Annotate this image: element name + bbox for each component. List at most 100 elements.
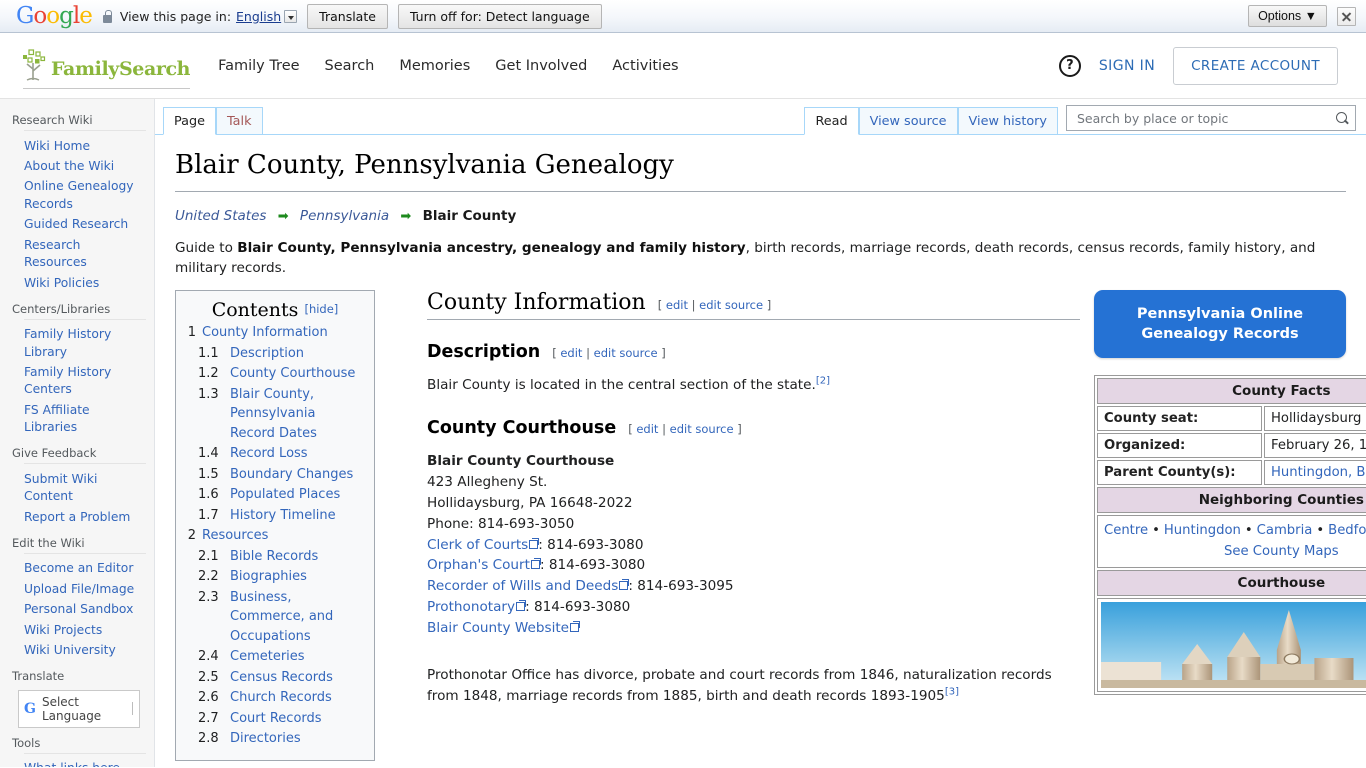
tab-page[interactable]: Page bbox=[163, 106, 216, 135]
sidebar-item-online-genealogy-records[interactable]: Online Genealogy Records bbox=[24, 177, 146, 215]
nav-item-activities[interactable]: Activities bbox=[612, 58, 678, 74]
toc-link[interactable]: Church Records bbox=[230, 688, 332, 708]
sidebar-item-wiki-projects[interactable]: Wiki Projects bbox=[24, 620, 146, 640]
toc-item[interactable]: 1.7 History Timeline bbox=[186, 506, 364, 526]
nav-item-memories[interactable]: Memories bbox=[399, 58, 470, 74]
toc-item[interactable]: 1.1 Description bbox=[186, 344, 364, 364]
sidebar-item-wiki-home[interactable]: Wiki Home bbox=[24, 136, 146, 156]
toc-item[interactable]: 2.6 Church Records bbox=[186, 688, 364, 708]
edit-source-link[interactable]: edit source bbox=[699, 298, 763, 312]
edit-source-link[interactable]: edit source bbox=[594, 346, 658, 360]
pennsylvania-online-genealogy-records-button[interactable]: Pennsylvania Online Genealogy Records bbox=[1094, 290, 1346, 359]
tab-talk[interactable]: Talk bbox=[215, 106, 263, 135]
select-language-widget[interactable]: G Select Language bbox=[18, 689, 140, 728]
toc-link[interactable]: Populated Places bbox=[230, 485, 340, 505]
toc-link[interactable]: Directories bbox=[230, 729, 301, 749]
clerk-of-courts-link[interactable]: Clerk of Courts bbox=[427, 537, 528, 553]
neighbor-centre-link[interactable]: Centre bbox=[1104, 523, 1148, 538]
neighbor-huntingdon-link[interactable]: Huntingdon bbox=[1164, 523, 1241, 538]
toc-link[interactable]: History Timeline bbox=[230, 506, 336, 526]
search-input[interactable] bbox=[1075, 109, 1336, 127]
toc-item[interactable]: 1 County Information bbox=[186, 323, 364, 343]
toc-item[interactable]: 1.4 Record Loss bbox=[186, 444, 364, 464]
translate-language-link[interactable]: English bbox=[236, 9, 281, 24]
toc-item[interactable]: 1.5 Boundary Changes bbox=[186, 465, 364, 485]
question-mark-icon[interactable]: ? bbox=[1058, 54, 1081, 77]
recorder-of-wills-and-deeds-link[interactable]: Recorder of Wills and Deeds bbox=[427, 578, 618, 594]
toc-link[interactable]: Biographies bbox=[230, 567, 307, 587]
neighbor-cambria-link[interactable]: Cambria bbox=[1257, 523, 1313, 538]
toc-link[interactable]: Census Records bbox=[230, 668, 333, 688]
sidebar-item-fs-affiliate-libraries[interactable]: FS Affiliate Libraries bbox=[24, 400, 146, 438]
toc-link[interactable]: Court Records bbox=[230, 709, 322, 729]
toc-item[interactable]: 1.3 Blair County, Pennsylvania Record Dat… bbox=[186, 385, 364, 444]
sign-in-link[interactable]: SIGN IN bbox=[1099, 58, 1155, 74]
breadcrumb-pennsylvania[interactable]: Pennsylvania bbox=[300, 208, 389, 224]
toc-link[interactable]: Bible Records bbox=[230, 547, 318, 567]
neighbor-bedford-link[interactable]: Bedford bbox=[1328, 523, 1366, 538]
see-county-maps-link[interactable]: See County Maps bbox=[1224, 544, 1339, 559]
sidebar-item-family-history-library[interactable]: Family History Library bbox=[24, 325, 146, 363]
sidebar-item-become-an-editor[interactable]: Become an Editor bbox=[24, 559, 146, 579]
sidebar-item-what-links-here[interactable]: What links here bbox=[24, 759, 146, 767]
orphans-court-link[interactable]: Orphan's Court bbox=[427, 557, 530, 573]
toc-link[interactable]: Cemeteries bbox=[230, 647, 305, 667]
toc-link[interactable]: Description bbox=[230, 344, 304, 364]
sidebar-item-submit-wiki-content[interactable]: Submit Wiki Content bbox=[24, 469, 146, 507]
toc-item[interactable]: 2.4 Cemeteries bbox=[186, 647, 364, 667]
contact-row: Prothonotary: 814-693-3080 bbox=[427, 597, 1080, 618]
familysearch-logo[interactable]: FamilySearch bbox=[20, 48, 190, 89]
sidebar-item-research-resources[interactable]: Research Resources bbox=[24, 235, 146, 273]
sidebar-item-wiki-university[interactable]: Wiki University bbox=[24, 641, 146, 661]
edit-link[interactable]: edit bbox=[636, 422, 658, 436]
toc-link[interactable]: Business, Commerce, and Occupations bbox=[230, 588, 364, 647]
toc-item[interactable]: 2.8 Directories bbox=[186, 729, 364, 749]
toc-link[interactable]: County Courthouse bbox=[230, 364, 355, 384]
tab-view-history[interactable]: View history bbox=[957, 106, 1058, 135]
create-account-button[interactable]: CREATE ACCOUNT bbox=[1173, 46, 1338, 85]
sidebar-item-personal-sandbox[interactable]: Personal Sandbox bbox=[24, 600, 146, 620]
sidebar-item-wiki-policies[interactable]: Wiki Policies bbox=[24, 273, 146, 293]
sidebar-item-about-the-wiki[interactable]: About the Wiki bbox=[24, 156, 146, 176]
toc-link[interactable]: Resources bbox=[202, 526, 268, 546]
blair-county-website-link[interactable]: Blair County Website bbox=[427, 620, 569, 636]
close-icon[interactable] bbox=[1337, 6, 1356, 26]
nav-item-family-tree[interactable]: Family Tree bbox=[218, 58, 299, 74]
sidebar-item-family-history-centers[interactable]: Family History Centers bbox=[24, 363, 146, 401]
sidebar-item-report-a-problem[interactable]: Report a Problem bbox=[24, 507, 146, 527]
toc-item[interactable]: 1.2 County Courthouse bbox=[186, 364, 364, 384]
search-box[interactable] bbox=[1066, 105, 1356, 131]
toc-item[interactable]: 2.7 Court Records bbox=[186, 709, 364, 729]
nav-item-get-involved[interactable]: Get Involved bbox=[495, 58, 587, 74]
prothonotary-link[interactable]: Prothonotary bbox=[427, 599, 515, 615]
edit-source-link[interactable]: edit source bbox=[670, 422, 734, 436]
breadcrumb: United States ➡ Pennsylvania ➡ Blair Cou… bbox=[175, 208, 1346, 224]
edit-link[interactable]: edit bbox=[666, 298, 688, 312]
parent-counties-link[interactable]: Huntingdon, Bedford bbox=[1271, 465, 1366, 480]
toc-item[interactable]: 2.2 Biographies bbox=[186, 567, 364, 587]
sidebar-item-guided-research[interactable]: Guided Research bbox=[24, 215, 146, 235]
tab-read[interactable]: Read bbox=[804, 106, 859, 135]
chevron-down-icon[interactable] bbox=[284, 9, 298, 23]
translate-button[interactable]: Translate bbox=[307, 3, 388, 29]
turn-off-language-button[interactable]: Turn off for: Detect language bbox=[397, 3, 602, 29]
breadcrumb-united-states[interactable]: United States bbox=[175, 208, 266, 224]
reference-marker[interactable]: [3] bbox=[945, 686, 959, 697]
toc-item[interactable]: 2.1 Bible Records bbox=[186, 547, 364, 567]
sidebar-item-upload-file-image[interactable]: Upload File/Image bbox=[24, 579, 146, 599]
toc-item[interactable]: 2.5 Census Records bbox=[186, 668, 364, 688]
reference-marker[interactable]: [2] bbox=[816, 376, 830, 387]
nav-item-search[interactable]: Search bbox=[325, 58, 375, 74]
tab-view-source[interactable]: View source bbox=[858, 106, 958, 135]
toc-item[interactable]: 1.6 Populated Places bbox=[186, 485, 364, 505]
toc-hide-link[interactable]: [hide] bbox=[304, 302, 338, 316]
options-button[interactable]: Options ▼ bbox=[1248, 5, 1327, 27]
toc-link[interactable]: County Information bbox=[202, 323, 328, 343]
toc-link[interactable]: Boundary Changes bbox=[230, 465, 353, 485]
edit-link[interactable]: edit bbox=[560, 346, 582, 360]
toc-link[interactable]: Blair County, Pennsylvania Record Dates bbox=[230, 385, 364, 444]
search-icon[interactable] bbox=[1336, 111, 1349, 125]
toc-item[interactable]: 2.3 Business, Commerce, and Occupations bbox=[186, 588, 364, 647]
toc-link[interactable]: Record Loss bbox=[230, 444, 308, 464]
toc-item[interactable]: 2 Resources bbox=[186, 526, 364, 546]
